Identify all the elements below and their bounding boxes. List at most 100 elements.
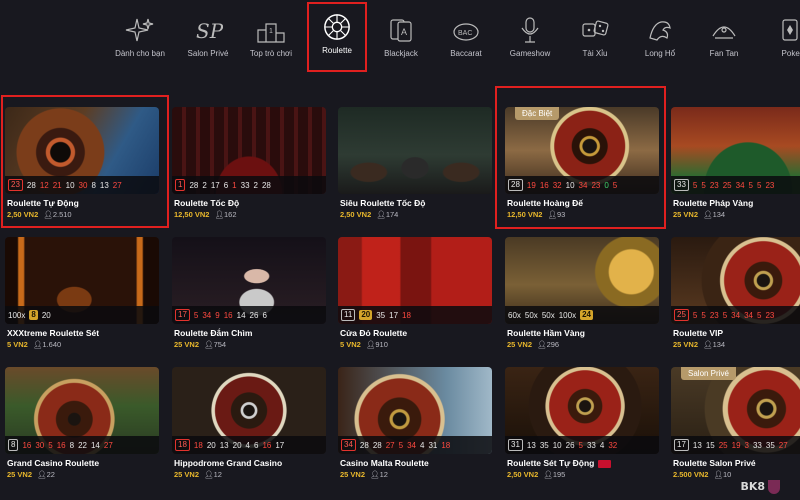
game-card[interactable]: Salon Privé 17 13 15 25 19 3 33 35 27 Roulette S… [671,367,800,480]
result-number: 17 [389,310,399,320]
result-number: 5 [701,180,706,190]
podium-icon: 1 [257,23,285,43]
game-card[interactable]: Siêu Roulette Tốc Độ 2,50 VN2 👤︎174 [338,107,492,220]
result-number: 28 [189,180,199,190]
result-number: 5 [701,310,706,320]
result-number: 4 [419,440,425,450]
result-number: 25 [722,180,732,190]
latest-result: 31 [508,439,523,451]
min-bet: 25 VN2 [340,470,366,479]
result-number: 19 [731,440,741,450]
result-number: 26 [249,310,259,320]
result-number: 25 [718,440,728,450]
results-bar: 100x 8 20 [5,306,159,324]
game-card[interactable]: 31 13 35 10 26 5 33 4 32 Roulette Sét Tự Động 2,… [505,367,659,480]
game-card[interactable]: 8 16 30 5 16 8 22 14 27 Grand Casino Roulette 25… [5,367,159,480]
player-count: 👤︎12 [204,470,222,479]
result-number: 35 [539,440,549,450]
fan-tan-icon [712,26,736,39]
game-thumbnail[interactable]: 1 28 2 17 6 1 33 2 28 [172,107,326,194]
category-poker[interactable]: Poker [752,16,800,58]
game-title: Roulette Sét Tự Động [507,458,612,468]
game-meta: 5 VN2 👤︎1.640 [7,340,61,349]
player-count: 👤︎10 [713,470,732,479]
result-number: 20 [232,440,242,450]
result-number: 2 [202,180,207,190]
result-number: 5 [193,310,199,320]
latest-result: 60x [508,310,521,320]
dragon-icon [649,21,671,41]
game-thumbnail[interactable]: 17 5 34 9 16 14 26 6 [172,237,326,324]
latest-result: 8 [8,439,19,451]
min-bet: 25 VN2 [673,340,699,349]
result-number: 18 [193,440,203,450]
game-thumbnail[interactable]: 31 13 35 10 26 5 33 4 32 [505,367,659,454]
game-thumbnail[interactable]: 25 5 5 23 5 34 34 5 23 [671,237,800,324]
game-thumbnail[interactable]: Salon Privé 17 13 15 25 19 3 33 35 27 [671,367,800,454]
result-number: 26 [565,440,575,450]
game-card[interactable]: 33 5 5 23 25 34 5 5 23 Roulette Pháp Vàng 25 VN2… [671,107,800,220]
game-card[interactable]: 11 20 35 17 18 Cửa Đỏ Roulette 5 VN2 👤︎910 [338,237,492,350]
game-card[interactable]: 1 28 2 17 6 1 33 2 28 Roulette Tốc Độ 12,50 VN2 👤… [172,107,326,220]
result-number: 18 [441,440,451,450]
result-number: 5 [578,440,583,450]
svg-text:SP: SP [196,19,223,43]
result-number: 8 [29,310,38,320]
result-number: 23 [709,310,719,320]
result-number: 31 [428,440,438,450]
highlight-frame [495,86,666,229]
min-bet: 25 VN2 [507,340,533,349]
result-number: 23 [765,310,775,320]
game-title: Siêu Roulette Tốc Độ [340,198,426,208]
category-label: Top trò chơi [249,49,293,58]
min-bet: 2,50 VN2 [507,470,539,479]
result-number: 8 [69,440,75,450]
result-number: 15 [705,440,715,450]
game-thumbnail[interactable]: 60x 50x 50x 100x 24 [505,237,659,324]
result-number: 33 [586,440,596,450]
game-meta: 25 VN2 👤︎12 [174,470,222,479]
cards-icon: A [390,19,412,42]
result-number: 14 [90,440,100,450]
game-thumbnail[interactable]: 33 5 5 23 25 34 5 5 23 [671,107,800,194]
game-card[interactable]: 17 5 34 9 16 14 26 6 Roulette Đắm Chìm 25 VN2 👤︎… [172,237,326,350]
player-count: 👤︎134 [703,210,726,219]
game-meta: 2,50 VN2 👤︎174 [340,210,398,219]
latest-result: 25 [674,309,689,321]
game-card[interactable]: 18 18 20 13 20 4 6 16 17 Hippodrome Grand Casino… [172,367,326,480]
game-thumbnail[interactable]: 18 18 20 13 20 4 6 16 17 [172,367,326,454]
game-thumbnail[interactable] [338,107,492,194]
category-top-games[interactable]: 1 Top trò chơi [231,16,311,58]
game-title: Roulette Hầm Vàng [507,328,585,338]
latest-result: 17 [175,309,190,321]
game-thumbnail[interactable]: 100x 8 20 [5,237,159,324]
game-thumbnail[interactable]: 8 16 30 5 16 8 22 14 27 [5,367,159,454]
dice-icon [582,20,609,37]
game-card[interactable]: 34 28 28 27 5 34 4 31 18 Casino Malta Roulette 2… [338,367,492,480]
result-number: 17 [210,180,220,190]
game-title: Roulette Salon Privé [673,458,756,468]
highlight-frame [1,95,169,228]
player-count: 👤︎1.640 [32,340,62,349]
game-thumbnail[interactable]: 11 20 35 17 18 [338,237,492,324]
min-bet: 5 VN2 [340,340,361,349]
game-thumbnail[interactable]: 34 28 28 27 5 34 4 31 18 [338,367,492,454]
results-bar: 8 16 30 5 16 8 22 14 27 [5,436,159,454]
game-card[interactable]: 25 5 5 23 5 34 34 5 23 Roulette VIP 25 VN2 👤︎134 [671,237,800,350]
game-title: Cửa Đỏ Roulette [340,328,408,338]
latest-result: 33 [674,179,689,191]
game-card[interactable]: 100x 8 20 XXXtreme Roulette Sét 5 VN2 👤︎1.6… [5,237,159,350]
result-number: 22 [78,440,87,450]
result-number: 28 [372,440,382,450]
result-number: 13 [692,440,702,450]
result-number: 5 [748,180,753,190]
game-title: Hippodrome Grand Casino [174,458,283,468]
game-card[interactable]: 60x 50x 50x 100x 24 Roulette Hầm Vàng 25 VN2… [505,237,659,350]
result-number: 4 [599,440,605,450]
category-roulette[interactable]: Roulette [307,2,367,72]
result-number: 34 [735,180,745,190]
results-bar: 34 28 28 27 5 34 4 31 18 [338,436,492,454]
result-number: 5 [722,310,728,320]
min-bet: 25 VN2 [7,470,33,479]
result-number: 16 [262,440,272,450]
